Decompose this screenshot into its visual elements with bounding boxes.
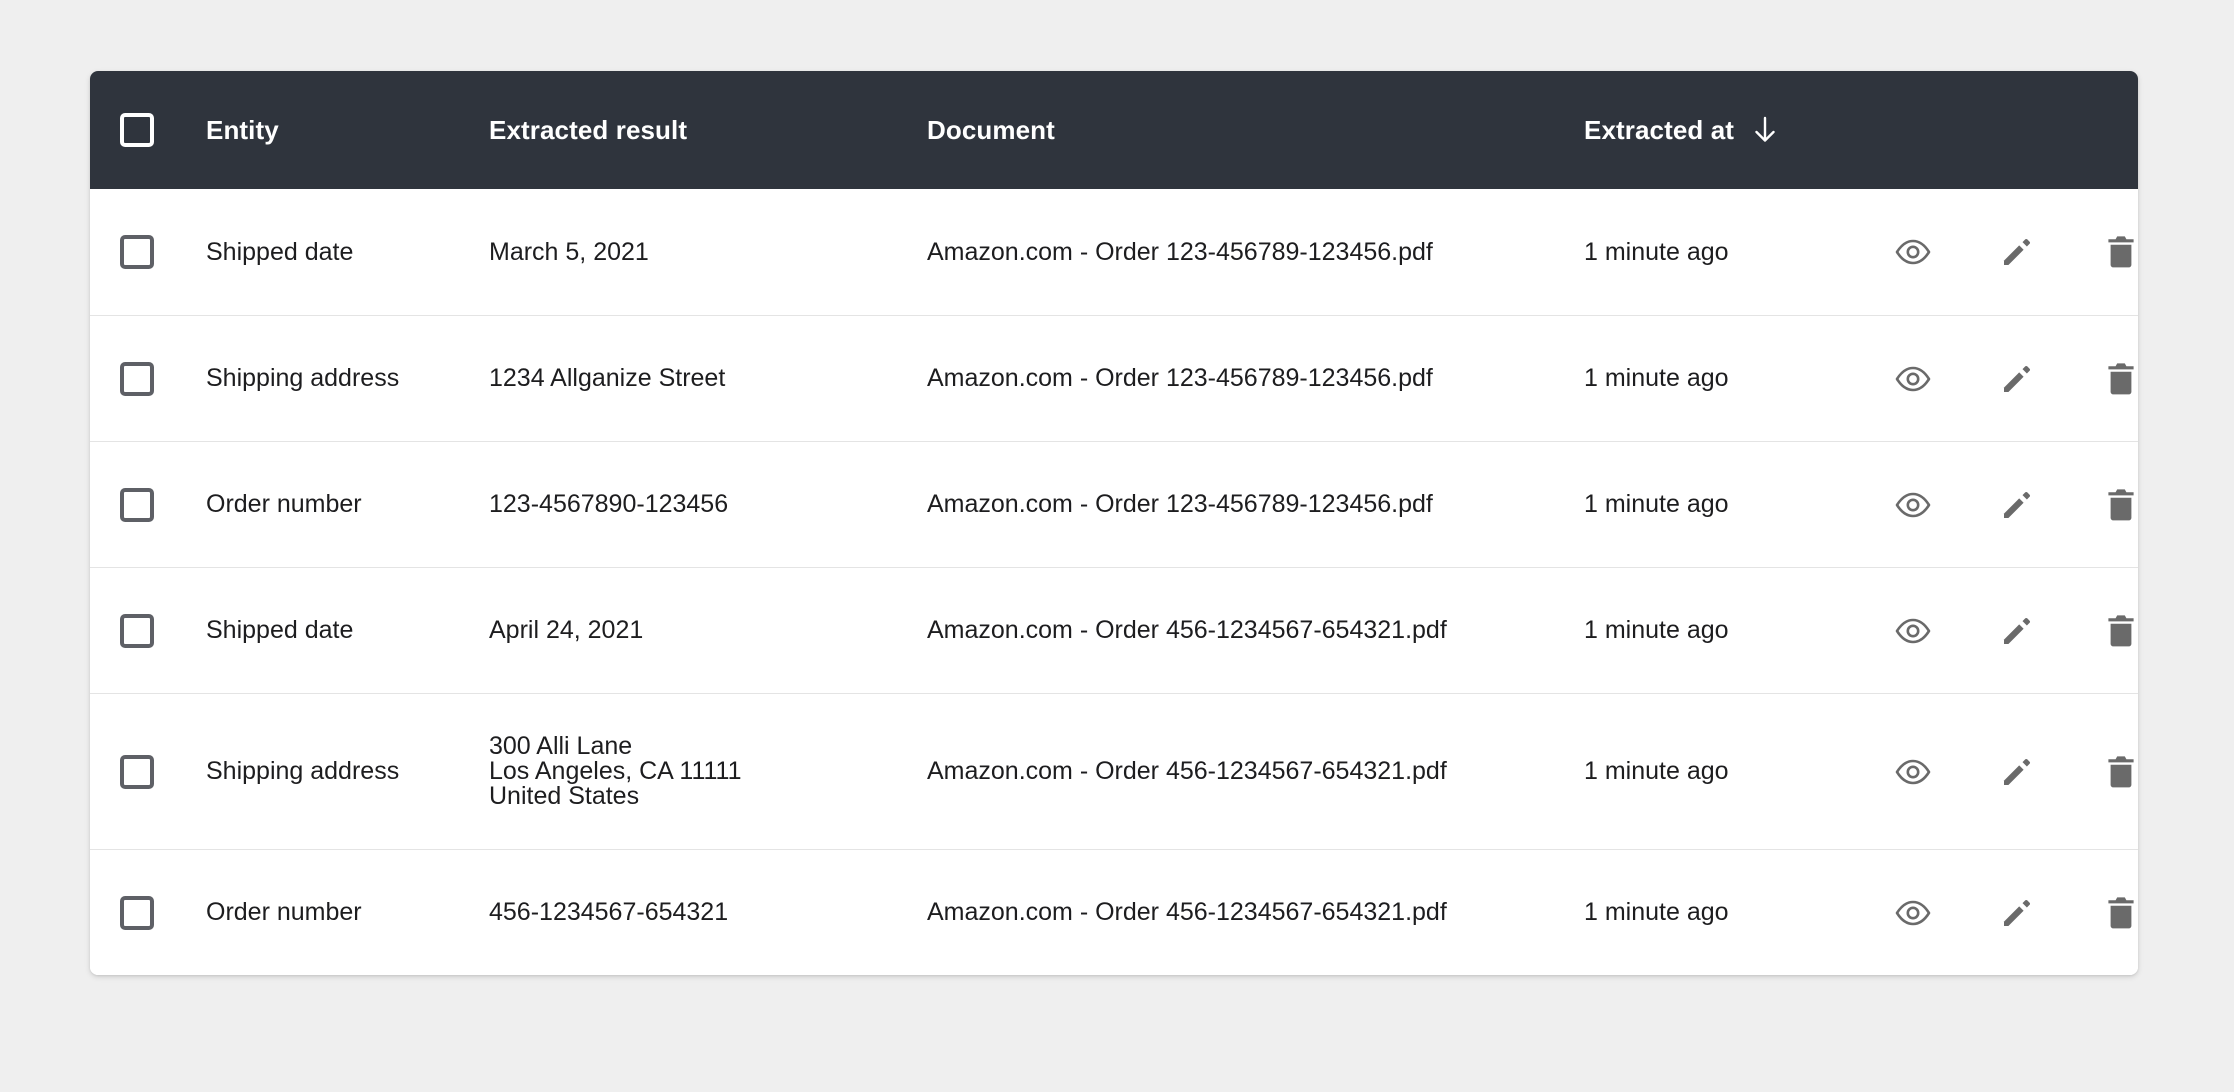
edit-icon[interactable] [1996,610,2038,652]
cell-extracted-at: 1 minute ago [1562,240,1892,265]
extracted-result-line: 300 Alli Lane [489,734,907,759]
delete-icon[interactable] [2100,751,2138,793]
view-icon[interactable] [1892,231,1934,273]
cell-entity: Shipped date [182,240,467,265]
cell-extracted-result: April 24, 2021 [467,618,907,643]
row-select-cell [90,362,182,396]
cell-extracted-result: March 5, 2021 [467,240,907,265]
delete-icon[interactable] [2100,231,2138,273]
row-select-cell [90,235,182,269]
cell-document: Amazon.com - Order 123-456789-123456.pdf [907,492,1562,517]
table-row[interactable]: Order number456-1234567-654321Amazon.com… [90,849,2138,975]
view-icon[interactable] [1892,484,1934,526]
table-row[interactable]: Shipping address1234 Allganize StreetAma… [90,315,2138,441]
cell-row-actions [1892,892,2138,934]
cell-entity: Shipped date [182,618,467,643]
row-select-cell [90,896,182,930]
select-all-checkbox[interactable] [120,113,154,147]
row-select-cell [90,488,182,522]
cell-document: Amazon.com - Order 123-456789-123456.pdf [907,240,1562,265]
delete-icon[interactable] [2100,892,2138,934]
cell-extracted-at: 1 minute ago [1562,900,1892,925]
view-icon[interactable] [1892,751,1934,793]
cell-extracted-at: 1 minute ago [1562,759,1892,784]
edit-icon[interactable] [1996,892,2038,934]
extracted-result-line: United States [489,784,907,809]
row-select-checkbox[interactable] [120,235,154,269]
cell-row-actions [1892,610,2138,652]
cell-extracted-at: 1 minute ago [1562,492,1892,517]
column-header-entity[interactable]: Entity [182,115,467,146]
view-icon[interactable] [1892,892,1934,934]
cell-document: Amazon.com - Order 456-1234567-654321.pd… [907,759,1562,784]
column-header-extracted-result-label: Extracted result [489,115,687,146]
view-icon[interactable] [1892,358,1934,400]
cell-entity: Shipping address [182,366,467,391]
delete-icon[interactable] [2100,610,2138,652]
cell-entity: Order number [182,900,467,925]
cell-document: Amazon.com - Order 123-456789-123456.pdf [907,366,1562,391]
edit-icon[interactable] [1996,358,2038,400]
cell-row-actions [1892,484,2138,526]
cell-entity: Order number [182,492,467,517]
table-row[interactable]: Order number123-4567890-123456Amazon.com… [90,441,2138,567]
column-header-extracted-at-label: Extracted at [1584,115,1734,146]
view-icon[interactable] [1892,610,1934,652]
cell-entity: Shipping address [182,759,467,784]
delete-icon[interactable] [2100,484,2138,526]
cell-extracted-at: 1 minute ago [1562,618,1892,643]
row-select-cell [90,614,182,648]
cell-extracted-result: 123-4567890-123456 [467,492,907,517]
extracted-results-card: Entity Extracted result Document Extract… [90,71,2138,975]
edit-icon[interactable] [1996,484,2038,526]
cell-extracted-at: 1 minute ago [1562,366,1892,391]
column-header-extracted-result[interactable]: Extracted result [467,115,907,146]
extracted-result-line: Los Angeles, CA 11111 [489,759,907,784]
table-row[interactable]: Shipped dateMarch 5, 2021Amazon.com - Or… [90,189,2138,315]
edit-icon[interactable] [1996,231,2038,273]
cell-extracted-result: 1234 Allganize Street [467,366,907,391]
table-row[interactable]: Shipping address300 Alli LaneLos Angeles… [90,693,2138,849]
cell-document: Amazon.com - Order 456-1234567-654321.pd… [907,618,1562,643]
edit-icon[interactable] [1996,751,2038,793]
table-body: Shipped dateMarch 5, 2021Amazon.com - Or… [90,189,2138,975]
delete-icon[interactable] [2100,358,2138,400]
cell-extracted-result: 456-1234567-654321 [467,900,907,925]
column-header-document-label: Document [927,115,1055,146]
header-select-all-cell [90,113,182,147]
row-select-checkbox[interactable] [120,755,154,789]
cell-row-actions [1892,358,2138,400]
cell-row-actions [1892,231,2138,273]
row-select-checkbox[interactable] [120,488,154,522]
column-header-extracted-at[interactable]: Extracted at [1562,115,1892,146]
row-select-checkbox[interactable] [120,614,154,648]
table-header-row: Entity Extracted result Document Extract… [90,71,2138,189]
row-select-cell [90,755,182,789]
column-header-entity-label: Entity [206,115,279,146]
row-select-checkbox[interactable] [120,362,154,396]
cell-row-actions [1892,751,2138,793]
column-header-document[interactable]: Document [907,115,1562,146]
page-root: Entity Extracted result Document Extract… [0,0,2234,1092]
sort-descending-arrow-icon[interactable] [1752,115,1778,145]
table-row[interactable]: Shipped dateApril 24, 2021Amazon.com - O… [90,567,2138,693]
row-select-checkbox[interactable] [120,896,154,930]
cell-document: Amazon.com - Order 456-1234567-654321.pd… [907,900,1562,925]
cell-extracted-result: 300 Alli LaneLos Angeles, CA 11111United… [467,734,907,809]
